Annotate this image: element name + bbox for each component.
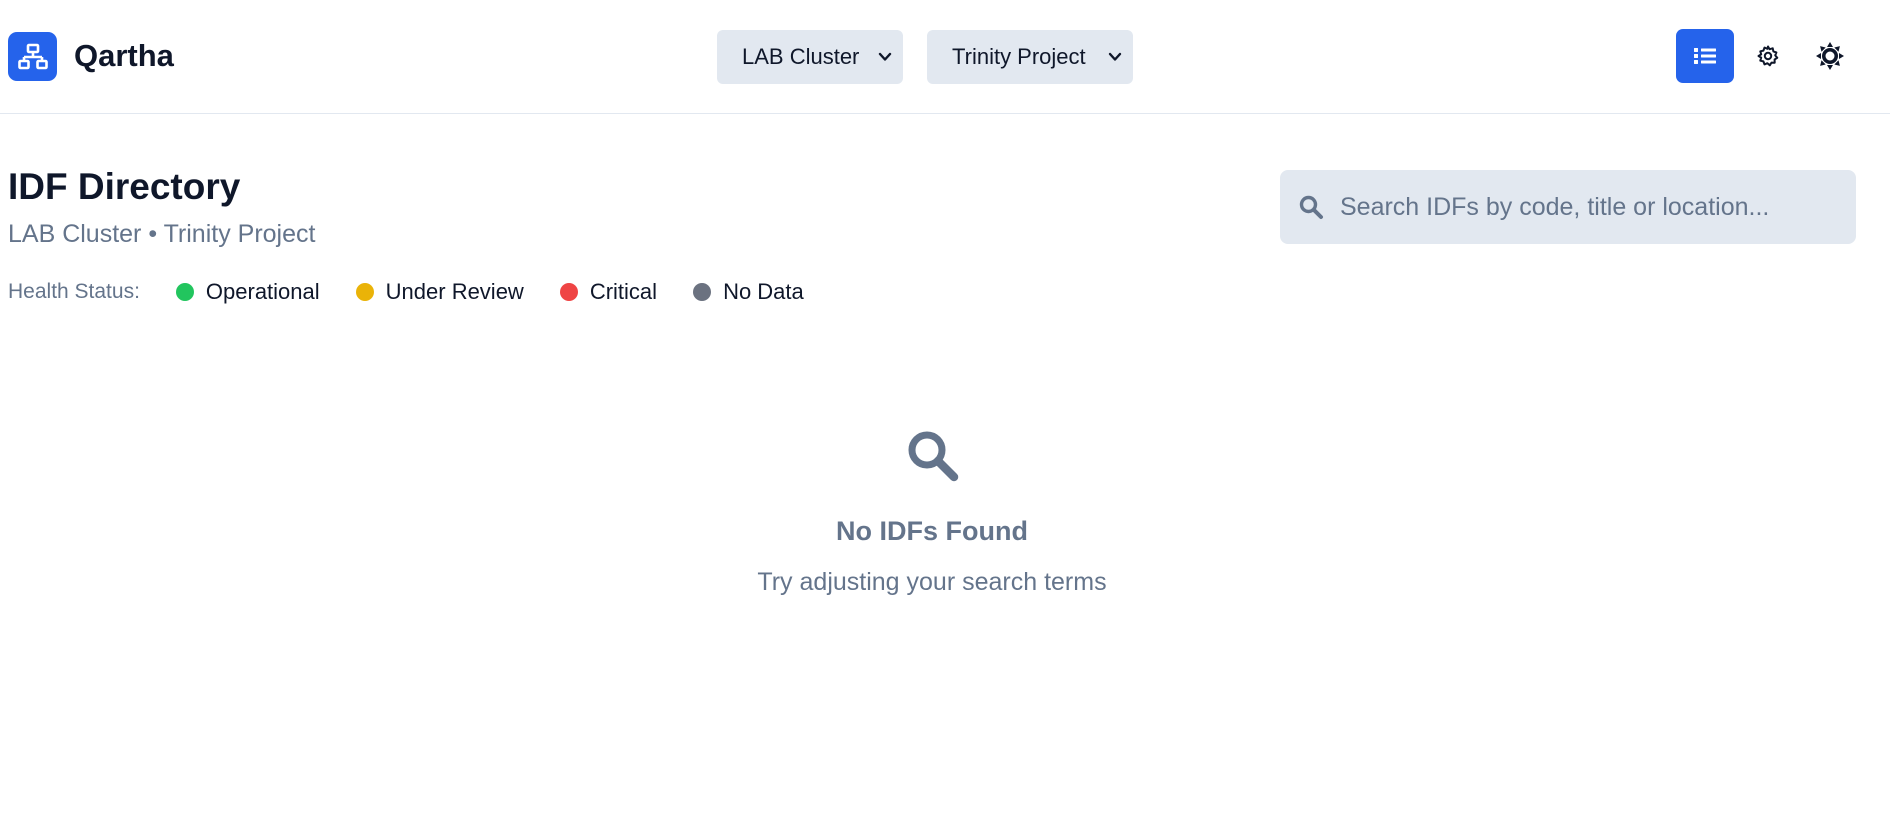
legend-item-operational: Operational	[175, 279, 320, 305]
project-select[interactable]: Trinity Project	[927, 30, 1133, 84]
legend-item-critical: Critical	[559, 279, 658, 305]
sun-icon	[1816, 42, 1844, 70]
legend-label: No Data	[723, 279, 804, 304]
network-icon	[17, 43, 48, 69]
legend-item-no-data: No Data	[693, 279, 804, 305]
page-subtitle: LAB Cluster • Trinity Project	[8, 220, 316, 248]
status-dot-no-data	[693, 283, 712, 301]
settings-button[interactable]	[1754, 38, 1782, 74]
status-dot-under-review	[355, 283, 374, 301]
cluster-select-value: LAB Cluster	[742, 44, 860, 69]
health-status-label: Health Status:	[8, 280, 140, 303]
app-logo[interactable]	[8, 32, 57, 81]
project-select-value: Trinity Project	[952, 44, 1086, 69]
legend-label: Under Review	[385, 279, 524, 304]
search-input[interactable]	[1340, 187, 1856, 227]
empty-state-title: No IDFs Found	[836, 516, 1028, 546]
search-icon	[1299, 195, 1323, 219]
list-view-button[interactable]	[1676, 29, 1734, 83]
status-dot-critical	[559, 283, 578, 301]
app-name: Qartha	[74, 38, 174, 73]
chevron-down-icon	[878, 52, 892, 61]
status-dot-operational	[175, 283, 194, 301]
health-status-legend: Health Status: Operational Under Review …	[8, 278, 804, 306]
page-title: IDF Directory	[8, 166, 241, 207]
legend-item-under-review: Under Review	[355, 279, 524, 305]
search-icon	[908, 431, 959, 482]
search-bar[interactable]	[1280, 170, 1856, 244]
gear-icon	[1757, 45, 1779, 67]
theme-toggle-button[interactable]	[1812, 37, 1848, 75]
legend-label: Critical	[589, 279, 658, 304]
cluster-select[interactable]: LAB Cluster	[717, 30, 903, 84]
chevron-down-icon	[1108, 52, 1122, 61]
top-navbar: Qartha LAB Cluster Trinity Project	[0, 0, 1890, 114]
empty-state-description: Try adjusting your search terms	[757, 568, 1107, 596]
list-icon	[1694, 48, 1716, 64]
legend-label: Operational	[205, 279, 320, 304]
